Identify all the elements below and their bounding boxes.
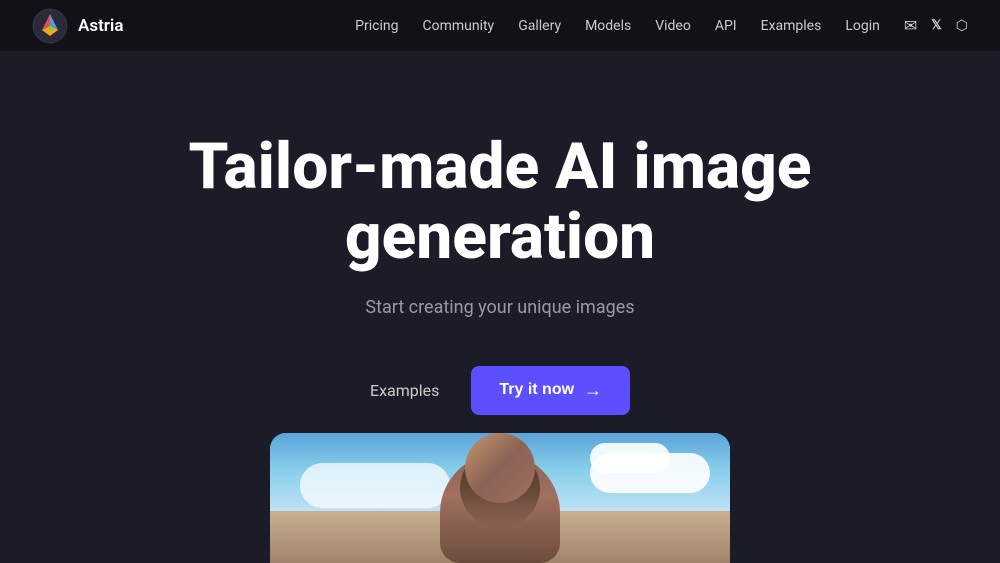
cta-row: Examples Try it now →: [370, 366, 630, 415]
try-button-label: Try it now: [499, 381, 574, 399]
brand-name: Astria: [78, 16, 123, 36]
try-it-now-button[interactable]: Try it now →: [471, 366, 630, 415]
nav-social-icons: ✉ 𝕏 ⬡: [904, 16, 968, 35]
discord-icon[interactable]: ⬡: [956, 18, 968, 34]
navbar-brand: Astria: [32, 8, 123, 44]
preview-image-container: [270, 433, 730, 563]
nav-community[interactable]: Community: [422, 18, 494, 34]
navbar: Astria Pricing Community Gallery Models …: [0, 0, 1000, 52]
nav-video[interactable]: Video: [655, 18, 691, 34]
person-head: [465, 433, 535, 503]
examples-link[interactable]: Examples: [370, 381, 439, 400]
try-button-arrow: →: [584, 380, 602, 401]
hero-title: Tailor-made AI image generation: [150, 132, 850, 273]
hero-subtitle: Start creating your unique images: [365, 297, 634, 318]
nav-examples[interactable]: Examples: [761, 18, 822, 34]
nav-api[interactable]: API: [715, 18, 737, 34]
person-body: [440, 453, 560, 563]
main-content: Tailor-made AI image generation Start cr…: [0, 52, 1000, 563]
cloud-left: [300, 463, 450, 508]
email-icon[interactable]: ✉: [904, 16, 917, 35]
cloud-right-small: [590, 443, 670, 473]
twitter-icon[interactable]: 𝕏: [931, 18, 941, 33]
astria-logo-icon: [32, 8, 68, 44]
nav-gallery[interactable]: Gallery: [518, 18, 561, 34]
navbar-links: Pricing Community Gallery Models Video A…: [355, 16, 968, 35]
preview-image: [270, 433, 730, 563]
nav-models[interactable]: Models: [585, 18, 631, 34]
nav-pricing[interactable]: Pricing: [355, 18, 398, 34]
nav-login[interactable]: Login: [845, 18, 880, 34]
